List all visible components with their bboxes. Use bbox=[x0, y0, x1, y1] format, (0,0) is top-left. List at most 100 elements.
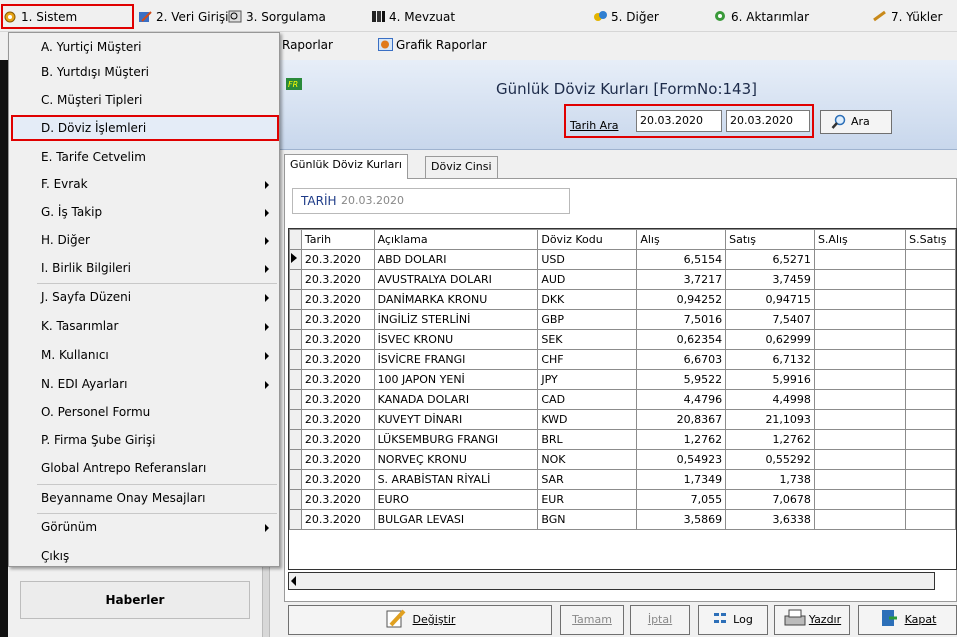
menu-item[interactable]: Beyanname Onay Mesajları bbox=[9, 486, 279, 511]
grid-header-row: Tarih Açıklama Döviz Kodu Alış Satış S.A… bbox=[289, 229, 956, 250]
table-cell: İNGİLİZ STERLİNİ bbox=[373, 309, 539, 330]
doviz-grid[interactable]: Tarih Açıklama Döviz Kodu Alış Satış S.A… bbox=[288, 228, 957, 570]
menu-item[interactable]: F. Evrak bbox=[9, 172, 279, 197]
table-cell: BRL bbox=[537, 429, 638, 450]
table-cell: NORVEÇ KRONU bbox=[373, 449, 539, 470]
tab-gunluk-doviz-kurlari[interactable]: Günlük Döviz Kurları bbox=[284, 154, 408, 179]
table-cell bbox=[905, 389, 956, 410]
col-header[interactable]: S.Satış bbox=[905, 229, 956, 250]
menu-item-label: E. Tarife Cetvelim bbox=[41, 150, 146, 164]
menu-item[interactable]: P. Firma Şube Girişi bbox=[9, 428, 279, 453]
table-cell: AUD bbox=[537, 269, 638, 290]
menu-sorgulama[interactable]: 3. Sorgulama bbox=[228, 8, 326, 26]
ara-button[interactable]: Ara bbox=[820, 110, 892, 134]
table-cell: EUR bbox=[537, 489, 638, 510]
table-row[interactable]: 20.3.2020 İSVEC KRONU SEK 0,62354 0,62999 bbox=[289, 329, 956, 350]
col-header[interactable]: Döviz Kodu bbox=[537, 229, 638, 250]
menu-item[interactable]: N. EDI Ayarları bbox=[9, 372, 279, 397]
haberler-button[interactable]: Haberler bbox=[20, 581, 250, 619]
table-row[interactable]: 20.3.2020 KUVEYT DİNARI KWD 20,8367 21,1093 bbox=[289, 409, 956, 430]
date-to-input[interactable]: 20.03.2020 bbox=[726, 110, 810, 132]
col-header[interactable]: Tarih bbox=[300, 229, 375, 250]
gear-star-icon bbox=[4, 11, 16, 23]
table-cell bbox=[813, 489, 907, 510]
table-cell: KANADA DOLARI bbox=[373, 389, 539, 410]
table-cell: 5,9916 bbox=[725, 369, 815, 390]
table-cell: 5,9522 bbox=[636, 369, 727, 390]
menu-item[interactable]: J. Sayfa Düzeni bbox=[9, 285, 279, 310]
iptal-button[interactable]: İptal bbox=[630, 605, 690, 635]
table-row[interactable]: 20.3.2020 KANADA DOLARI CAD 4,4796 4,4998 bbox=[289, 389, 956, 410]
table-row[interactable]: 20.3.2020 BULGAR LEVASI BGN 3,5869 3,6338 bbox=[289, 509, 956, 530]
table-cell: 20.3.2020 bbox=[300, 489, 375, 510]
table-cell: BGN bbox=[537, 509, 638, 530]
tamam-button[interactable]: Tamam bbox=[560, 605, 624, 635]
menu-item[interactable]: K. Tasarımlar bbox=[9, 314, 279, 339]
menu-item[interactable]: E. Tarife Cetvelim bbox=[9, 145, 279, 170]
table-row[interactable]: 20.3.2020 İNGİLİZ STERLİNİ GBP 7,5016 7,5407 bbox=[289, 309, 956, 330]
yazdir-button[interactable]: Yazdır bbox=[774, 605, 850, 635]
table-row[interactable]: 20.3.2020 100 JAPON YENİ JPY 5,9522 5,9916 bbox=[289, 369, 956, 390]
menu-diger[interactable]: 5. Diğer bbox=[593, 8, 659, 26]
submenu-arrow-icon bbox=[265, 323, 269, 331]
menu-item[interactable]: Çıkış bbox=[9, 544, 279, 569]
menu-item[interactable]: I. Birlik Bilgileri bbox=[9, 256, 279, 281]
menu-item[interactable]: M. Kullanıcı bbox=[9, 343, 279, 368]
menu-aktarimlar[interactable]: 6. Aktarımlar bbox=[713, 8, 809, 26]
table-cell bbox=[905, 469, 956, 490]
menu-sistem[interactable]: 1. Sistem bbox=[3, 8, 77, 26]
table-cell: JPY bbox=[537, 369, 638, 390]
menu-mevzuat[interactable]: 4. Mevzuat bbox=[371, 8, 455, 26]
menu-yukler[interactable]: 7. Yükler bbox=[873, 8, 942, 26]
table-cell: 20.3.2020 bbox=[300, 449, 375, 470]
menu-item[interactable]: Global Antrepo Referansları bbox=[9, 456, 279, 481]
row-indicator bbox=[289, 489, 302, 510]
sub-raporlar[interactable]: Raporlar bbox=[282, 36, 333, 54]
tarih-value[interactable]: 20.03.2020 bbox=[341, 194, 404, 207]
menu-item[interactable]: A. Yurtiçi Müşteri bbox=[9, 35, 279, 60]
menu-item[interactable]: C. Müşteri Tipleri bbox=[9, 88, 279, 113]
tab-doviz-cinsi[interactable]: Döviz Cinsi bbox=[425, 156, 498, 178]
table-cell: 20.3.2020 bbox=[300, 349, 375, 370]
menu-item[interactable]: O. Personel Formu bbox=[9, 400, 279, 425]
col-header[interactable]: Açıklama bbox=[373, 229, 539, 250]
menu-item[interactable]: H. Diğer bbox=[9, 228, 279, 253]
table-row[interactable]: 20.3.2020 ABD DOLARI USD 6,5154 6,5271 bbox=[289, 249, 956, 270]
horizontal-scrollbar[interactable] bbox=[288, 572, 935, 590]
table-row[interactable]: 20.3.2020 NORVEÇ KRONU NOK 0,54923 0,55292 bbox=[289, 449, 956, 470]
col-header[interactable]: Satış bbox=[725, 229, 815, 250]
table-cell: 3,7459 bbox=[725, 269, 815, 290]
date-from-input[interactable]: 20.03.2020 bbox=[636, 110, 722, 132]
table-cell: 7,5407 bbox=[725, 309, 815, 330]
table-cell: 4,4796 bbox=[636, 389, 727, 410]
table-cell: 1,738 bbox=[725, 469, 815, 490]
table-row[interactable]: 20.3.2020 DANİMARKA KRONU DKK 0,94252 0,9471… bbox=[289, 289, 956, 310]
table-cell bbox=[813, 249, 907, 270]
menu-veri-girisi[interactable]: 2. Veri Girişi bbox=[138, 8, 229, 26]
degistir-button[interactable]: Değiştir bbox=[288, 605, 552, 635]
table-cell bbox=[905, 249, 956, 270]
row-indicator bbox=[289, 429, 302, 450]
col-header[interactable]: S.Alış bbox=[813, 229, 907, 250]
submenu-arrow-icon bbox=[265, 294, 269, 302]
table-cell: 0,55292 bbox=[725, 449, 815, 470]
table-row[interactable]: 20.3.2020 EURO EUR 7,055 7,0678 bbox=[289, 489, 956, 510]
table-row[interactable]: 20.3.2020 S. ARABİSTAN RİYALİ SAR 1,7349 1,7… bbox=[289, 469, 956, 490]
submenu-arrow-icon bbox=[265, 265, 269, 273]
table-cell: 20.3.2020 bbox=[300, 309, 375, 330]
sub-grafik-raporlar[interactable]: Grafik Raporlar bbox=[378, 36, 487, 54]
menu-item[interactable]: G. İş Takip bbox=[9, 200, 279, 225]
log-button[interactable]: Log bbox=[698, 605, 768, 635]
table-row[interactable]: 20.3.2020 LÜKSEMBURG FRANGI BRL 1,2762 1,276… bbox=[289, 429, 956, 450]
menu-item[interactable]: B. Yurtdışı Müşteri bbox=[9, 60, 279, 85]
row-indicator bbox=[289, 329, 302, 350]
menu-item[interactable]: Görünüm bbox=[9, 515, 279, 540]
menu-item-label: O. Personel Formu bbox=[41, 405, 151, 419]
col-header[interactable]: Alış bbox=[636, 229, 727, 250]
menu-item[interactable]: D. Döviz İşlemleri bbox=[9, 116, 279, 141]
kapat-button[interactable]: Kapat bbox=[858, 605, 957, 635]
scroll-left-icon[interactable] bbox=[291, 576, 296, 586]
table-cell: 1,7349 bbox=[636, 469, 727, 490]
table-row[interactable]: 20.3.2020 AVUSTRALYA DOLARI AUD 3,7217 3,745… bbox=[289, 269, 956, 290]
table-row[interactable]: 20.3.2020 İSVİCRE FRANGI CHF 6,6703 6,7132 bbox=[289, 349, 956, 370]
